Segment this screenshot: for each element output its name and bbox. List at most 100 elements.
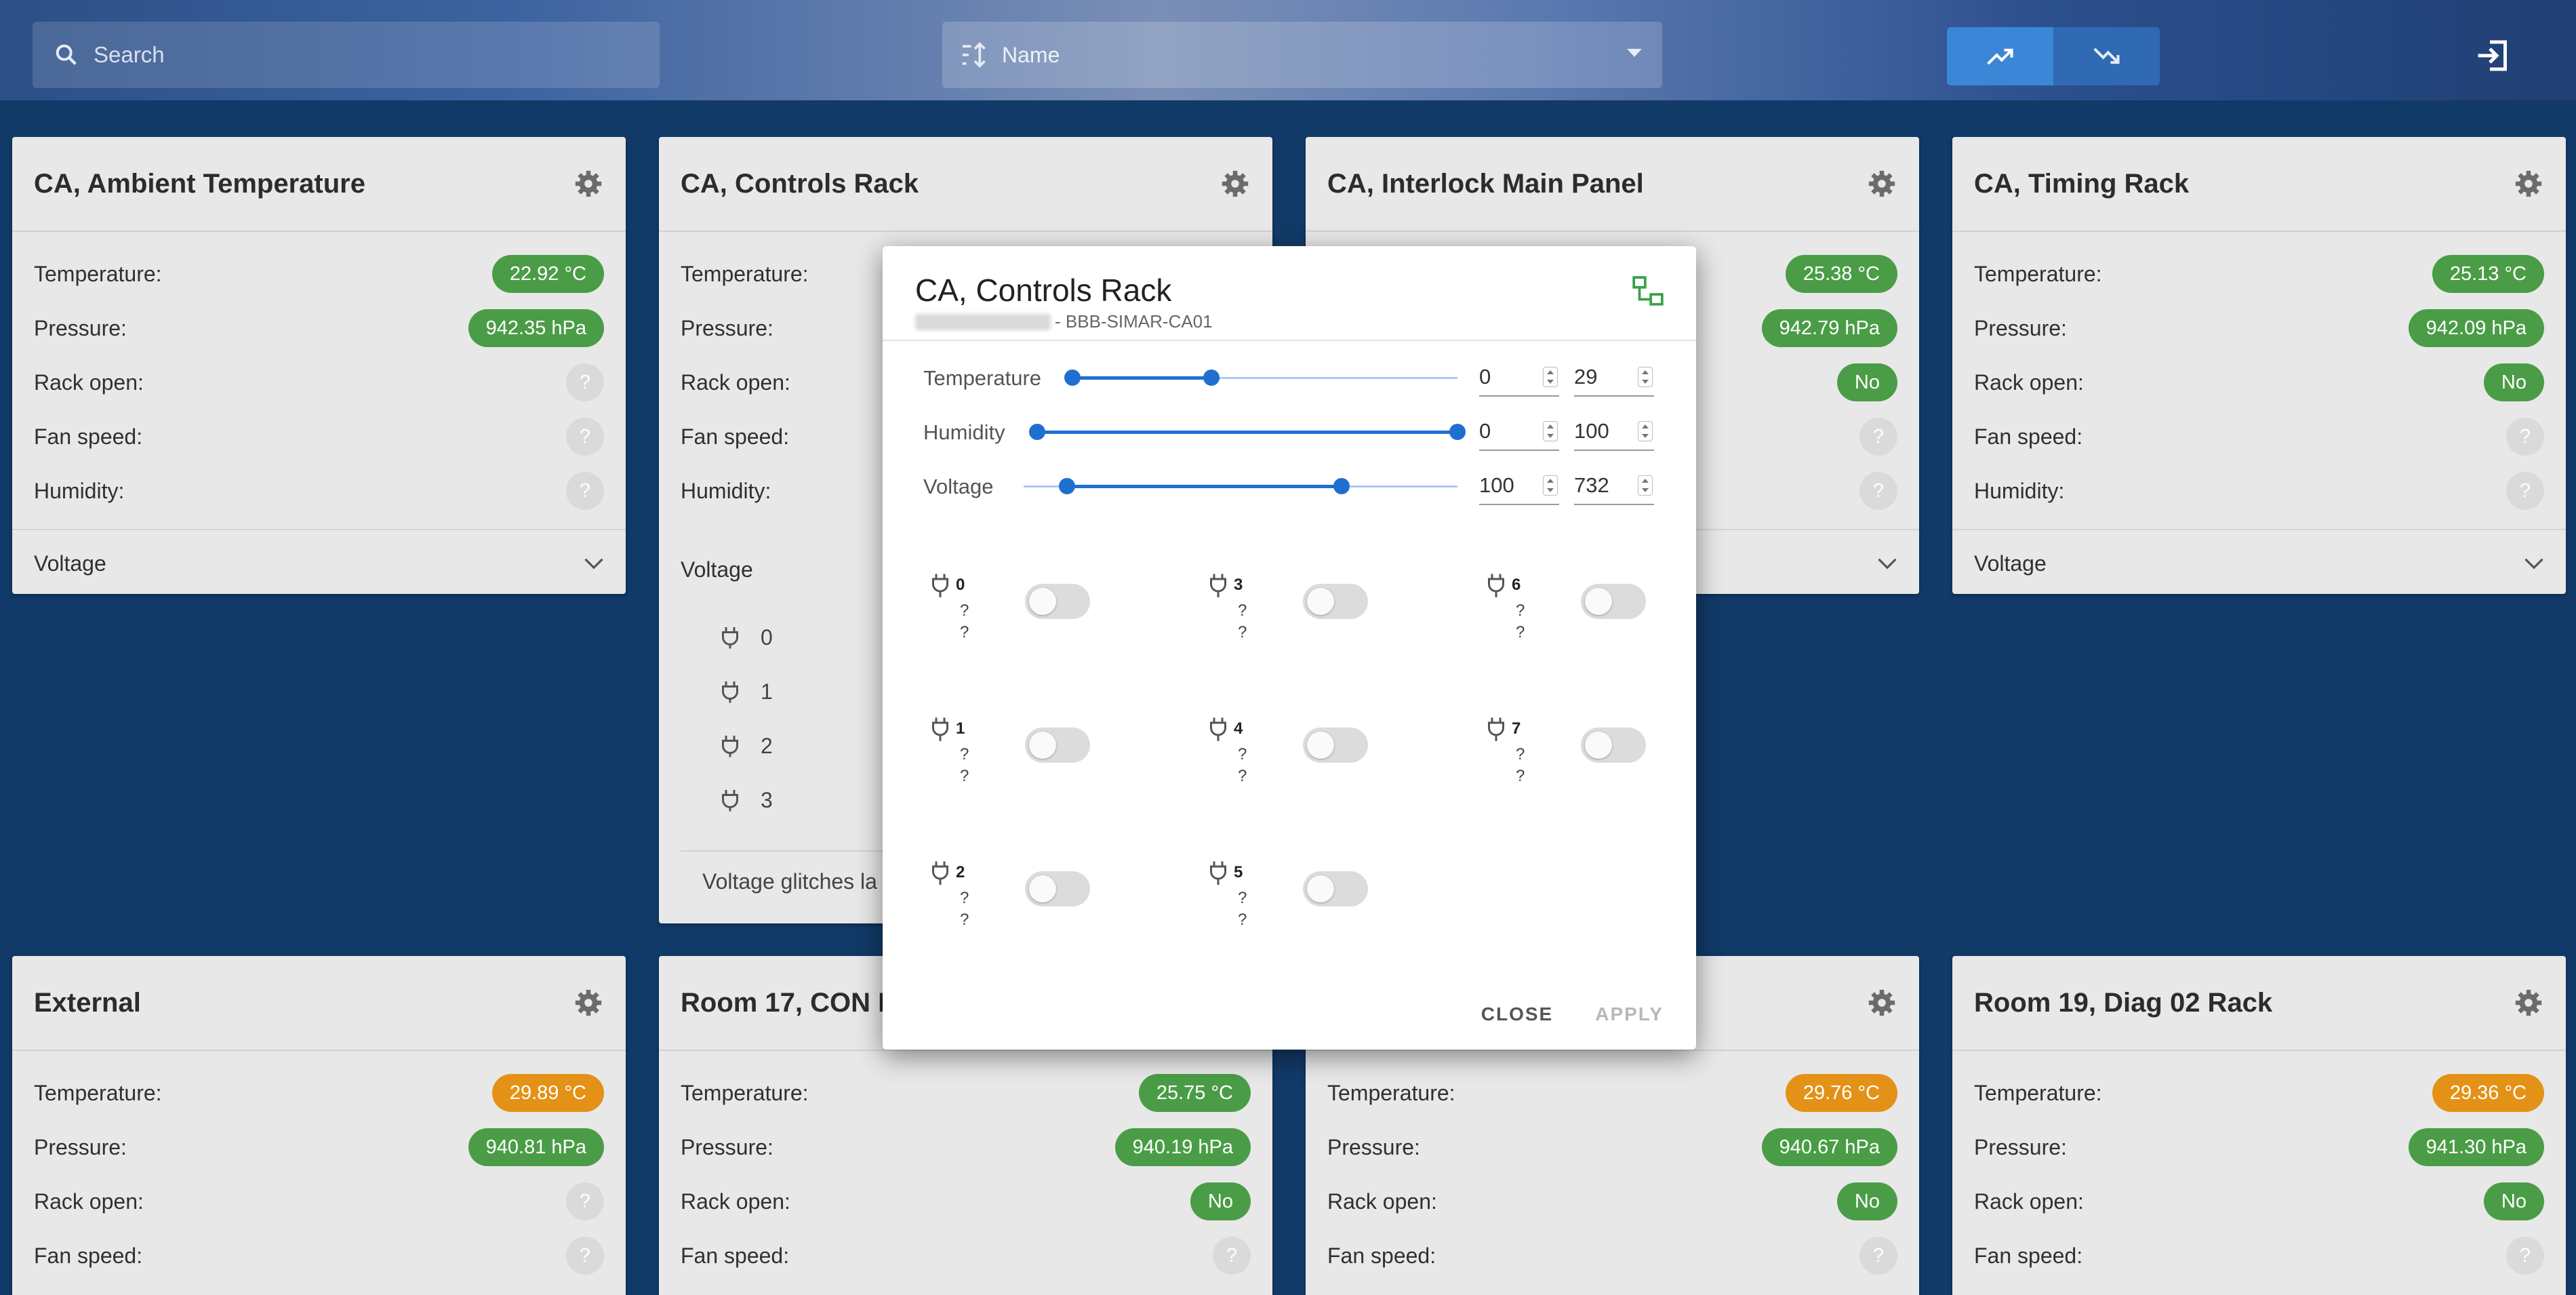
temperature-max-handle[interactable]: [1203, 370, 1220, 386]
outlet-status: ?: [960, 911, 969, 929]
voltage-slider-range: [1067, 485, 1342, 488]
trending-down-icon: [2093, 47, 2120, 64]
apply-button[interactable]: APPLY: [1595, 1003, 1664, 1025]
trend-up-button[interactable]: [1947, 27, 2053, 85]
outlet-toggle[interactable]: [1303, 584, 1368, 619]
voltage-max-handle[interactable]: [1333, 478, 1350, 494]
voltage-expander[interactable]: Voltage: [12, 529, 626, 594]
row-rack-open: Rack open:?: [12, 355, 626, 410]
card-title: CA, Interlock Main Panel: [1327, 168, 1644, 199]
slider-label: Voltage: [923, 475, 994, 498]
gear-icon[interactable]: [2513, 987, 2544, 1018]
humidity-max-handle[interactable]: [1449, 424, 1466, 440]
close-button[interactable]: CLOSE: [1481, 1003, 1553, 1025]
slider-label: Humidity: [923, 420, 1005, 444]
outlet-5: 5 ? ?: [1208, 859, 1432, 961]
status-badge: 941.30 hPa: [2408, 1128, 2544, 1166]
outlet-toggle[interactable]: [1303, 871, 1368, 906]
login-icon[interactable]: [2473, 35, 2514, 76]
row-label: Fan speed:: [681, 1243, 790, 1268]
row-label: Fan speed:: [1974, 424, 2083, 449]
row-label: Pressure:: [1327, 1134, 1420, 1159]
row-label: Temperature:: [1974, 261, 2102, 286]
outlet-status: ?: [1238, 767, 1247, 785]
search-input[interactable]: [94, 42, 636, 68]
humidity-max-input[interactable]: 100: [1574, 413, 1654, 451]
row-fan-speed: Fan speed:?: [1306, 1229, 1919, 1283]
row-label: Pressure:: [34, 315, 127, 340]
row-pressure: Pressure: 940.67 hPa: [1306, 1120, 1919, 1174]
plug-icon: [1210, 574, 1226, 597]
outlet-status: ?: [1516, 623, 1525, 641]
status-badge: 942.09 hPa: [2408, 309, 2544, 347]
spinner-icon[interactable]: [1543, 475, 1558, 496]
plug-icon: [722, 627, 738, 649]
gear-icon[interactable]: [1866, 987, 1897, 1018]
card-ambient-temperature: CA, Ambient Temperature Temperature: 22.9…: [12, 137, 626, 594]
outlet-toggle[interactable]: [1303, 728, 1368, 763]
outlet-toggle[interactable]: [1025, 871, 1090, 906]
outlet-toggle[interactable]: [1025, 728, 1090, 763]
status-badge: No: [2483, 363, 2544, 401]
outlet-status: ?: [960, 767, 969, 785]
row-rack-open: Rack open: No: [659, 1174, 1272, 1229]
voltage-min-input[interactable]: 100: [1479, 467, 1559, 505]
outlet-number: 6: [1512, 576, 1521, 594]
spinner-icon[interactable]: [1638, 475, 1653, 496]
chevron-down-icon: [1878, 558, 1897, 570]
search-box[interactable]: [33, 22, 660, 88]
temperature-min-handle[interactable]: [1064, 370, 1081, 386]
row-fan-speed: Fan speed:?: [1952, 1229, 2566, 1283]
plug-icon: [722, 736, 738, 757]
outlet-toggle[interactable]: [1025, 584, 1090, 619]
row-label: Pressure:: [34, 1134, 127, 1159]
spinner-icon[interactable]: [1543, 421, 1558, 441]
temperature-max-input[interactable]: 29: [1574, 359, 1654, 397]
row-label: Pressure:: [681, 315, 773, 340]
status-badge: No: [2483, 1182, 2544, 1220]
outlet-3: 3 ? ?: [1208, 572, 1432, 673]
temperature-min-input[interactable]: 0: [1479, 359, 1559, 397]
status-badge: 29.89 °C: [491, 1074, 604, 1112]
status-badge: 940.67 hPa: [1761, 1128, 1897, 1166]
sort-select[interactable]: Name: [942, 22, 1662, 88]
voltage-min-handle[interactable]: [1059, 478, 1075, 494]
gear-icon[interactable]: [2513, 168, 2544, 199]
status-badge: ?: [1859, 418, 1897, 456]
outlet-toggle[interactable]: [1581, 728, 1646, 763]
status-badge: ?: [2506, 472, 2544, 510]
gear-icon[interactable]: [1866, 168, 1897, 199]
voltage-max-input[interactable]: 732: [1574, 467, 1654, 505]
status-badge: ?: [2506, 1237, 2544, 1275]
outlet-status: ?: [960, 623, 969, 641]
row-label: Rack open:: [34, 1189, 144, 1214]
row-rack-open: Rack open: No: [1952, 355, 2566, 410]
dialog-title: CA, Controls Rack: [915, 273, 1172, 308]
outlet-number: 1: [956, 719, 965, 738]
input-value: 29: [1574, 365, 1598, 388]
spinner-icon[interactable]: [1543, 367, 1558, 387]
gear-icon[interactable]: [573, 168, 604, 199]
input-value: 732: [1574, 473, 1609, 497]
humidity-slider-range[interactable]: [1037, 431, 1457, 434]
trending-up-icon: [1986, 48, 2013, 65]
settings-dialog: CA, Controls Rack - BBB-SIMAR-CA01 Tempe…: [883, 246, 1696, 1050]
voltage-expander[interactable]: Voltage: [1952, 529, 2566, 594]
humidity-min-handle[interactable]: [1029, 424, 1045, 440]
top-bar: Name: [0, 0, 2576, 100]
row-label: Fan speed:: [34, 424, 143, 449]
gear-icon[interactable]: [573, 987, 604, 1018]
row-label: Pressure:: [1974, 1134, 2067, 1159]
gear-icon[interactable]: [1220, 168, 1251, 199]
outlet-number: 0: [956, 576, 965, 594]
row-label: Temperature:: [1974, 1080, 2102, 1105]
sort-select-value: Name: [1002, 42, 1060, 67]
redacted-text: [915, 313, 1051, 330]
status-badge: No: [1836, 363, 1897, 401]
network-icon[interactable]: [1631, 275, 1665, 308]
outlet-toggle[interactable]: [1581, 584, 1646, 619]
spinner-icon[interactable]: [1638, 367, 1653, 387]
humidity-min-input[interactable]: 0: [1479, 413, 1559, 451]
trend-down-button[interactable]: [2053, 27, 2160, 85]
spinner-icon[interactable]: [1638, 421, 1653, 441]
